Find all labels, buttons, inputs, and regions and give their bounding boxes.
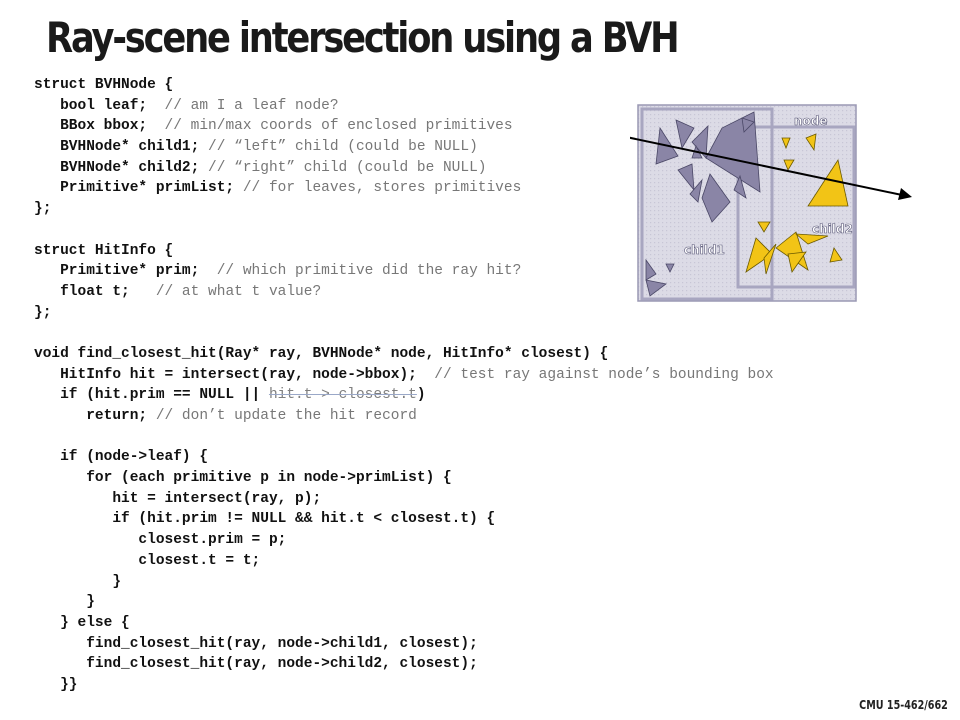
code-line: find_closest_hit(ray, node->child1, clos…: [34, 635, 478, 652]
code-text: Primitive* prim;: [34, 263, 217, 280]
code-line: find_closest_hit(ray, node->child2, clos…: [34, 656, 478, 673]
code-text: if (hit.prim == NULL ||: [34, 387, 269, 404]
code-text: HitInfo hit = intersect(ray, node->bbox)…: [34, 366, 435, 383]
code-text: Primitive* primList;: [34, 180, 243, 197]
code-line: struct BVHNode {: [34, 77, 174, 93]
code-line: HitInfo hit = intersect(ray, node->bbox)…: [34, 365, 894, 386]
child1-label: child1: [684, 243, 725, 257]
ray-arrowhead: [898, 188, 912, 200]
slide-title: Ray-scene intersection using a BVH: [46, 13, 680, 62]
code-line: void find_closest_hit(Ray* ray, BVHNode*…: [34, 345, 609, 362]
code-line: }: [34, 594, 95, 611]
code-line: } else {: [34, 614, 130, 631]
code-line: closest.prim = p;: [34, 532, 287, 549]
code-comment: // at what t value?: [155, 283, 322, 300]
code-text: bool leaf;: [34, 97, 165, 114]
code-comment: // for leaves, stores primitives: [242, 180, 522, 197]
code-line: return; // don’t update the hit record: [34, 406, 894, 427]
code-text: return;: [34, 408, 156, 424]
code-comment: // min/max coords of enclosed primitives: [164, 118, 513, 135]
code-text: float t;: [34, 283, 156, 300]
code-comment: // am I a leaf node?: [164, 97, 339, 114]
child2-label: child2: [812, 222, 853, 236]
code-line: if (hit.prim == NULL || hit.t > closest.…: [34, 385, 894, 406]
code-comment: // “right” child (could be NULL): [208, 159, 487, 176]
code-comment: // which primitive did the ray hit?: [216, 263, 522, 280]
code-line: if (hit.prim != NULL && hit.t < closest.…: [34, 511, 496, 528]
bvh-diagram: node child1 child2: [630, 104, 912, 302]
code-comment: // test ray against node’s bounding box: [434, 366, 774, 383]
code-comment: // don’t update the hit record: [155, 408, 417, 424]
code-line: }: [34, 573, 122, 590]
footer-course-label: CMU 15-462/662: [859, 698, 948, 712]
code-line: if (node->leaf) {: [34, 449, 209, 466]
node-label: node: [794, 114, 828, 128]
code-line: closest.t = t;: [34, 552, 261, 569]
code-line: for (each primitive p in node->primList)…: [34, 470, 452, 487]
code-text: BBox bbox;: [34, 118, 165, 135]
struck-condition: hit.t > closest.t: [268, 387, 417, 404]
code-line: }}: [34, 676, 78, 693]
code-text: ): [416, 387, 426, 404]
code-text: BVHNode* child1;: [34, 139, 209, 156]
code-line: hit = intersect(ray, p);: [34, 490, 322, 507]
code-text: BVHNode* child2;: [34, 159, 209, 176]
code-comment: // “left” child (could be NULL): [208, 139, 478, 156]
